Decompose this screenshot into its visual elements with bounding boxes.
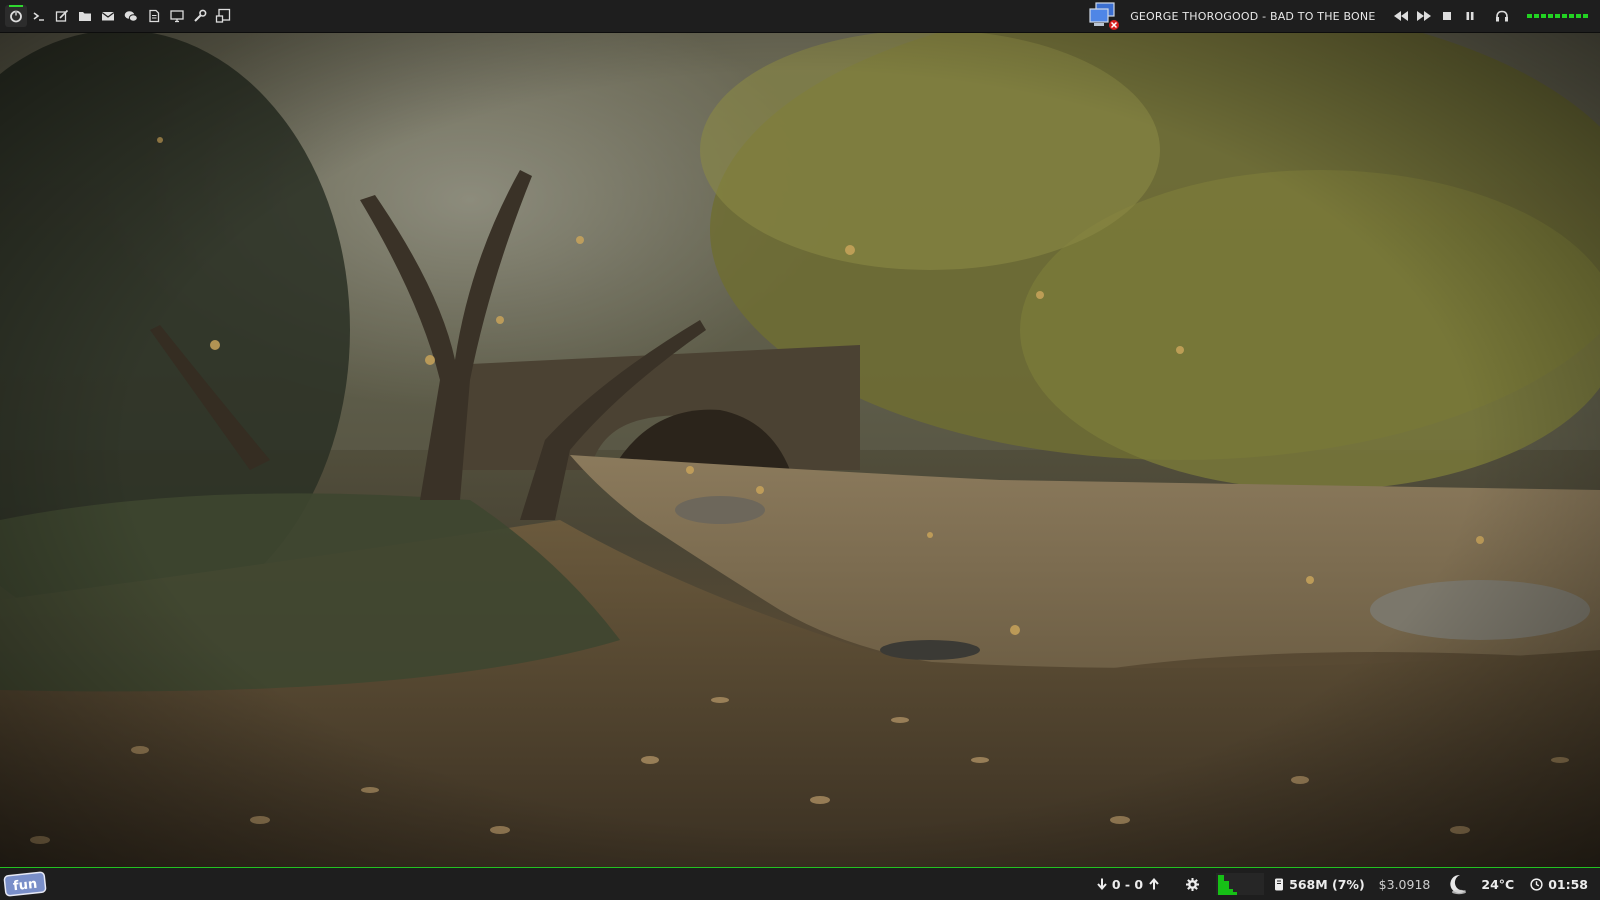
clock-time: 01:58 [1548, 876, 1588, 892]
stop-icon [1443, 12, 1451, 20]
desktop-wallpaper [0, 0, 1600, 900]
network-disconnected-icon [1089, 2, 1120, 30]
media-area: GEORGE THOROGOOD - BAD TO THE BONE [1088, 0, 1600, 32]
system-tray: 0 - 0 568M (7%) $3.0918 24°C 01:58 [1083, 868, 1600, 900]
terminal-button[interactable] [28, 5, 50, 27]
system-menu-button[interactable] [4, 5, 27, 27]
display-button[interactable] [166, 5, 188, 27]
arrow-down-icon [1097, 878, 1107, 890]
editor-button[interactable] [51, 5, 73, 27]
volume-segment [1576, 14, 1581, 18]
weather[interactable]: 24°C [1446, 873, 1514, 895]
editor-icon [55, 9, 68, 22]
volume-segment [1548, 14, 1553, 18]
mail-button[interactable] [97, 5, 119, 27]
display-icon [169, 10, 184, 23]
stop-button[interactable] [1437, 5, 1457, 27]
cpu-monitor[interactable] [1186, 873, 1265, 895]
memory-value: 568M (7%) [1289, 876, 1365, 892]
pause-icon [1466, 12, 1474, 20]
ticker-value: $3.0918 [1378, 876, 1431, 892]
wallpaper-scene [0, 0, 1600, 900]
cpu-graph-bar [1233, 892, 1238, 895]
document-button[interactable] [143, 5, 165, 27]
document-icon [148, 9, 159, 23]
files-icon [78, 12, 91, 21]
mail-icon [101, 12, 114, 21]
net-traffic-value: 0 - 0 [1111, 876, 1144, 892]
now-playing-title: GEORGE THOROGOOD - BAD TO THE BONE [1130, 9, 1376, 23]
arrow-up-icon [1149, 878, 1159, 890]
volume-segment [1569, 14, 1574, 18]
fast-forward-icon [1417, 11, 1431, 21]
gear-icon [1186, 877, 1200, 891]
terminal-icon [33, 12, 44, 21]
fun-logo-icon: fun [3, 871, 47, 897]
rewind-button[interactable] [1391, 5, 1411, 27]
volume-bar[interactable] [1527, 14, 1590, 18]
moon-icon [1450, 874, 1467, 895]
screenshot-icon [215, 8, 230, 23]
pause-button[interactable] [1460, 5, 1480, 27]
memory-icon [1275, 878, 1284, 890]
volume-segment [1583, 14, 1588, 18]
launcher-group [0, 0, 234, 32]
volume-segment [1527, 14, 1532, 18]
app-menu-button[interactable]: fun [3, 870, 49, 898]
chat-button[interactable] [120, 5, 142, 27]
bottom-panel: fun 0 - 0 568M (7%) $3.0918 24°C 01:58 [0, 867, 1600, 900]
volume-segment [1555, 14, 1560, 18]
network-status[interactable] [1088, 1, 1120, 31]
volume-segment [1541, 14, 1546, 18]
fast-forward-button[interactable] [1414, 5, 1434, 27]
memory-monitor[interactable]: 568M (7%) [1274, 877, 1365, 892]
network-traffic[interactable]: 0 - 0 [1097, 877, 1164, 892]
volume-segment [1562, 14, 1567, 18]
files-button[interactable] [74, 5, 96, 27]
rewind-icon [1394, 11, 1408, 21]
desktop: GEORGE THOROGOOD - BAD TO THE BONE fun 0… [0, 0, 1600, 900]
screenshot-button[interactable] [212, 5, 234, 27]
volume-segment [1534, 14, 1539, 18]
cpu-graph [1216, 873, 1265, 895]
audio-output-button[interactable] [1492, 5, 1512, 27]
temperature-value: 24°C [1481, 876, 1515, 892]
logo-text: fun [12, 877, 38, 894]
settings-tools-icon [193, 9, 206, 22]
settings-tools-button[interactable] [189, 5, 211, 27]
ticker[interactable]: $3.0918 [1379, 877, 1431, 892]
headphones-icon [1495, 10, 1508, 22]
chat-icon [124, 11, 138, 22]
system-menu-icon [9, 10, 22, 23]
top-panel: GEORGE THOROGOOD - BAD TO THE BONE [0, 0, 1600, 33]
clock[interactable]: 01:58 [1530, 877, 1588, 892]
clock-icon [1530, 877, 1543, 891]
